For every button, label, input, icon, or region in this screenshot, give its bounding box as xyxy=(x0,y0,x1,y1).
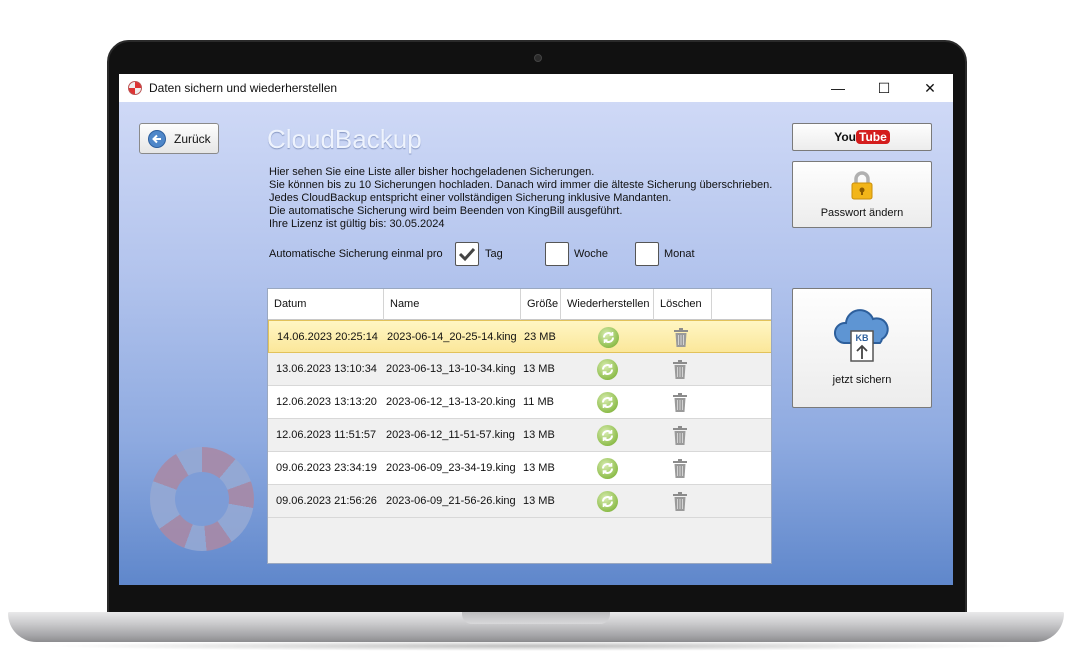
checkbox-woche-label: Woche xyxy=(574,248,609,260)
backup-table: Datum Name Größe Wiederherstellen Lösche… xyxy=(267,288,772,564)
cell-name: 2023-06-14_20-25-14.king xyxy=(387,331,517,343)
info-line: Sie können bis zu 10 Sicherungen hochlad… xyxy=(269,179,773,191)
cloud-upload-icon: KB xyxy=(834,309,889,362)
info-text: Hier sehen Sie eine Liste aller bisher h… xyxy=(269,166,772,231)
backup-now-label: jetzt sichern xyxy=(832,374,892,386)
auto-backup-label: Automatische Sicherung einmal pro xyxy=(269,248,443,260)
close-button[interactable]: ✕ xyxy=(907,74,953,102)
column-header-loeschen[interactable]: Löschen xyxy=(654,289,712,320)
youtube-you: You xyxy=(834,130,856,144)
checkbox-monat[interactable] xyxy=(635,242,659,266)
lifebuoy-icon xyxy=(128,81,142,95)
column-header-groesse[interactable]: Größe xyxy=(521,289,561,320)
cell-groesse: 23 MB xyxy=(524,331,556,343)
password-button[interactable]: Passwort ändern xyxy=(792,161,932,228)
camera-icon xyxy=(534,54,542,62)
table-row[interactable]: 09.06.2023 21:56:26 2023-06-09_21-56-26.k… xyxy=(268,485,771,518)
youtube-button[interactable]: You Tube xyxy=(792,123,932,151)
checkmark-icon xyxy=(458,247,476,262)
decorative-ring-icon xyxy=(150,447,254,551)
info-line: Hier sehen Sie eine Liste aller bisher h… xyxy=(269,166,595,178)
cell-name: 2023-06-12_11-51-57.king xyxy=(386,429,515,441)
maximize-button[interactable]: ☐ xyxy=(861,74,907,102)
checkbox-tag[interactable] xyxy=(455,242,479,266)
page-title: CloudBackup xyxy=(267,124,422,154)
cell-groesse: 13 MB xyxy=(523,363,555,375)
app-window: Daten sichern und wiederherstellen — ☐ ✕… xyxy=(119,74,953,585)
restore-icon[interactable] xyxy=(597,425,618,446)
cell-groesse: 13 MB xyxy=(523,462,555,474)
column-header-wiederherstellen[interactable]: Wiederherstellen xyxy=(561,289,654,320)
restore-icon[interactable] xyxy=(597,491,618,512)
kb-badge: KB xyxy=(856,333,869,343)
trash-icon[interactable] xyxy=(673,328,689,348)
table-row[interactable]: 13.06.2023 13:10:34 2023-06-13_13-10-34.k… xyxy=(268,353,771,386)
lock-icon xyxy=(851,171,873,200)
minimize-button[interactable]: — xyxy=(815,74,861,102)
youtube-tube: Tube xyxy=(856,130,890,144)
arrow-left-icon xyxy=(148,129,166,148)
laptop-notch xyxy=(462,612,610,624)
cell-groesse: 11 MB xyxy=(523,396,554,408)
restore-icon[interactable] xyxy=(597,359,618,380)
restore-icon[interactable] xyxy=(598,327,619,348)
table-header: Datum Name Größe Wiederherstellen Lösche… xyxy=(268,289,771,320)
trash-icon[interactable] xyxy=(672,426,688,446)
table-row[interactable]: 12.06.2023 11:51:57 2023-06-12_11-51-57.k… xyxy=(268,419,771,452)
cell-datum: 12.06.2023 13:13:20 xyxy=(276,396,377,408)
laptop-shadow xyxy=(40,641,1032,651)
password-button-label: Passwort ändern xyxy=(820,207,904,219)
ring-center xyxy=(175,472,229,526)
cell-datum: 09.06.2023 23:34:19 xyxy=(276,462,377,474)
window-title: Daten sichern und wiederherstellen xyxy=(149,81,338,95)
restore-icon[interactable] xyxy=(597,458,618,479)
cell-name: 2023-06-09_21-56-26.king xyxy=(386,495,516,507)
cell-datum: 12.06.2023 11:51:57 xyxy=(276,429,377,441)
trash-icon[interactable] xyxy=(672,393,688,413)
cell-datum: 09.06.2023 21:56:26 xyxy=(276,495,377,507)
checkbox-tag-label: Tag xyxy=(485,248,503,260)
backup-now-button[interactable]: KB jetzt sichern xyxy=(792,288,932,408)
cell-name: 2023-06-09_23-34-19.king xyxy=(386,462,516,474)
column-header-name[interactable]: Name xyxy=(384,289,521,320)
cell-groesse: 13 MB xyxy=(523,429,555,441)
cell-name: 2023-06-13_13-10-34.king xyxy=(386,363,516,375)
trash-icon[interactable] xyxy=(672,459,688,479)
info-line: Jedes CloudBackup entspricht einer volls… xyxy=(269,192,672,204)
column-header-datum[interactable]: Datum xyxy=(268,289,384,320)
cell-datum: 14.06.2023 20:25:14 xyxy=(277,331,378,343)
table-row[interactable]: 12.06.2023 13:13:20 2023-06-12_13-13-20.k… xyxy=(268,386,771,419)
back-button[interactable]: Zurück xyxy=(139,123,219,154)
checkbox-monat-label: Monat xyxy=(664,248,695,260)
cell-groesse: 13 MB xyxy=(523,495,555,507)
table-row[interactable]: 09.06.2023 23:34:19 2023-06-09_23-34-19.k… xyxy=(268,452,771,485)
title-bar: Daten sichern und wiederherstellen — ☐ ✕ xyxy=(119,74,953,102)
back-button-label: Zurück xyxy=(174,131,211,146)
cell-name: 2023-06-12_13-13-20.king xyxy=(386,396,516,408)
client-area: Zurück CloudBackup Hier sehen Sie eine L… xyxy=(119,102,953,585)
table-row[interactable]: 14.06.2023 20:25:14 2023-06-14_20-25-14.k… xyxy=(268,320,771,353)
restore-icon[interactable] xyxy=(597,392,618,413)
checkbox-woche[interactable] xyxy=(545,242,569,266)
info-line: Die automatische Sicherung wird beim Bee… xyxy=(269,205,623,217)
trash-icon[interactable] xyxy=(672,492,688,512)
license-line: Ihre Lizenz ist gültig bis: 30.05.2024 xyxy=(269,218,445,230)
trash-icon[interactable] xyxy=(672,360,688,380)
cell-datum: 13.06.2023 13:10:34 xyxy=(276,363,377,375)
